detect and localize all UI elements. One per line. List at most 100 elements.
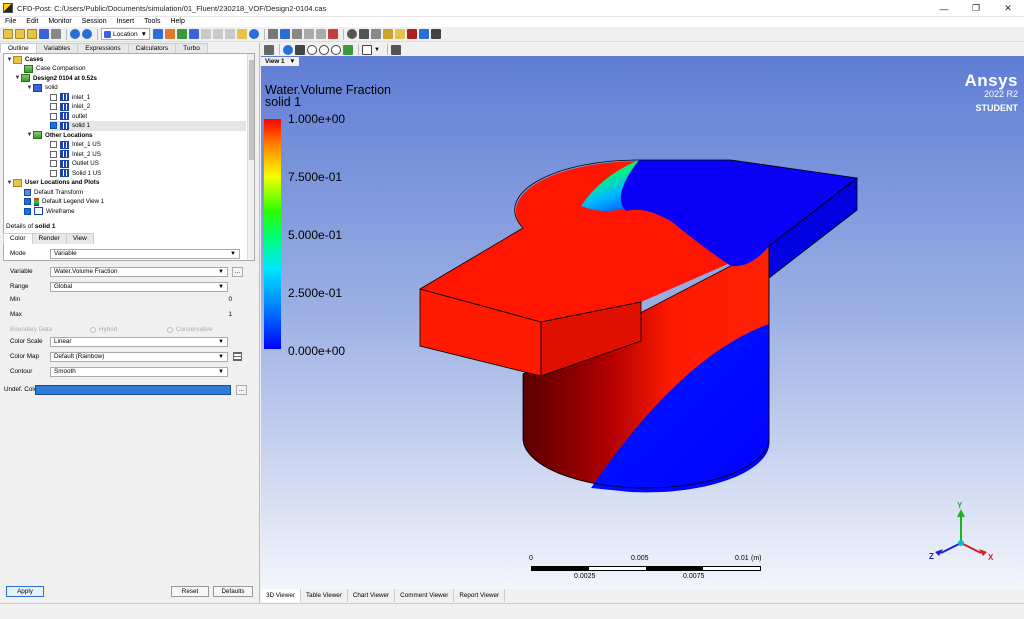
- table-icon[interactable]: [292, 29, 303, 39]
- visibility-checkbox[interactable]: [50, 112, 57, 120]
- tab-turbo[interactable]: Turbo: [175, 43, 208, 53]
- load-results-icon[interactable]: [27, 29, 37, 39]
- contour-icon[interactable]: [165, 29, 176, 39]
- apply-button[interactable]: Apply: [6, 586, 44, 597]
- animation-icon[interactable]: [359, 29, 370, 39]
- menu-file[interactable]: File: [0, 17, 21, 27]
- variables-icon[interactable]: [268, 29, 279, 39]
- particle-track-icon[interactable]: [189, 29, 200, 39]
- macro-icon[interactable]: [395, 29, 406, 39]
- chart-viewer-icon[interactable]: [304, 29, 315, 39]
- visibility-checkbox[interactable]: [50, 150, 57, 158]
- tree-item-case-comparison[interactable]: Case Comparison: [24, 64, 86, 74]
- vector-icon[interactable]: [153, 29, 164, 39]
- zoom-box-icon[interactable]: [319, 44, 329, 55]
- tree-item-user-locations[interactable]: ▼ User Locations and Plots: [6, 178, 99, 188]
- visibility-checkbox[interactable]: [50, 122, 57, 130]
- collapse-icon[interactable]: ▼: [6, 57, 13, 63]
- visibility-checkbox[interactable]: [24, 207, 31, 215]
- visibility-checkbox[interactable]: [24, 198, 31, 206]
- redo-icon[interactable]: [82, 29, 92, 39]
- report-icon[interactable]: [328, 29, 339, 39]
- case-comparison-icon[interactable]: [419, 29, 430, 39]
- tab-comment-viewer[interactable]: Comment Viewer: [395, 589, 455, 602]
- select-icon[interactable]: [264, 44, 274, 55]
- defaults-button[interactable]: Defaults: [213, 586, 253, 597]
- tree-item-default-transform[interactable]: Default Transform: [24, 188, 83, 198]
- load-state-icon[interactable]: [15, 29, 25, 39]
- tree-item-inlet-2[interactable]: inlet_2: [50, 102, 90, 112]
- variable-edit-button[interactable]: ...: [232, 266, 243, 277]
- color-scale-select[interactable]: Linear ▼: [50, 336, 228, 347]
- streamline-icon[interactable]: [177, 29, 188, 39]
- tab-chart-viewer[interactable]: Chart Viewer: [347, 589, 396, 602]
- location-dropdown[interactable]: Location ▼: [101, 28, 151, 40]
- quick-editor-icon[interactable]: [371, 29, 382, 39]
- text-icon[interactable]: [225, 29, 236, 39]
- tree-item-outlet[interactable]: outlet: [50, 112, 87, 122]
- range-select[interactable]: Global ▼: [50, 281, 228, 292]
- tree-item-design[interactable]: ▼ Design2 0104 at 0.52s: [14, 74, 97, 84]
- print-icon[interactable]: [51, 29, 61, 39]
- tree-scrollbar[interactable]: [247, 54, 254, 260]
- menu-insert[interactable]: Insert: [112, 17, 140, 27]
- collapse-icon[interactable]: ▼: [6, 180, 13, 186]
- visibility-checkbox[interactable]: [50, 160, 57, 168]
- tree-item-solid-domain[interactable]: ▼ solid: [26, 83, 58, 93]
- collapse-icon[interactable]: ▼: [26, 85, 33, 91]
- collapse-icon[interactable]: ▼: [26, 132, 33, 138]
- viewport-layout-icon[interactable]: [362, 44, 372, 55]
- tab-3d-viewer[interactable]: 3D Viewer: [261, 589, 301, 602]
- menu-session[interactable]: Session: [77, 17, 112, 27]
- undo-icon[interactable]: [70, 29, 80, 39]
- chevron-down-icon[interactable]: ▼: [374, 47, 380, 53]
- open-folder-icon[interactable]: [3, 29, 13, 39]
- tree-item-solid-1-us[interactable]: Solid 1 US: [50, 169, 101, 179]
- tab-view[interactable]: View: [65, 233, 94, 244]
- contour-select[interactable]: Smooth ▼: [50, 366, 228, 377]
- command-editor-icon[interactable]: [431, 29, 442, 39]
- sphere-icon[interactable]: [249, 29, 260, 39]
- tab-table-viewer[interactable]: Table Viewer: [300, 589, 348, 602]
- tab-render[interactable]: Render: [31, 233, 67, 244]
- tab-variables[interactable]: Variables: [35, 43, 79, 53]
- visibility-checkbox[interactable]: [50, 141, 57, 149]
- menu-edit[interactable]: Edit: [21, 17, 43, 27]
- conservative-radio[interactable]: Conservative: [167, 326, 213, 333]
- function-calculator-icon[interactable]: [280, 29, 291, 39]
- tree-item-default-legend[interactable]: Default Legend View 1: [24, 197, 104, 207]
- zoom-fit-icon[interactable]: [331, 44, 341, 55]
- collapse-icon[interactable]: ▼: [14, 75, 21, 81]
- 3d-viewer[interactable]: View 1 ▼ Ansys 2022 R2 STUDENT Water.Vol…: [261, 56, 1024, 589]
- tab-calculators[interactable]: Calculators: [127, 43, 177, 53]
- menu-help[interactable]: Help: [165, 17, 189, 27]
- undef-color-swatch[interactable]: [35, 384, 231, 395]
- tree-item-outlet-us[interactable]: Outlet US: [50, 159, 99, 169]
- sync-views-icon[interactable]: [390, 44, 401, 55]
- tab-outline[interactable]: Outline: [0, 43, 37, 53]
- visibility-checkbox[interactable]: [50, 93, 57, 101]
- minimize-button[interactable]: —: [928, 0, 960, 17]
- tree-item-inlet-1-us[interactable]: Inlet_1 US: [50, 140, 101, 150]
- tree-item-other-locations[interactable]: ▼ Other Locations: [26, 131, 92, 141]
- timestep-icon[interactable]: [347, 29, 358, 39]
- maximize-button[interactable]: ❐: [960, 0, 992, 17]
- zoom-icon[interactable]: [307, 44, 317, 55]
- menu-tools[interactable]: Tools: [139, 17, 165, 27]
- color-map-editor-icon[interactable]: [233, 352, 242, 361]
- mode-select[interactable]: Variable ▼: [50, 248, 240, 259]
- probe-icon[interactable]: [383, 29, 394, 39]
- comment-icon[interactable]: [316, 29, 327, 39]
- rotate-icon[interactable]: [283, 44, 293, 55]
- save-state-icon[interactable]: [39, 29, 49, 39]
- pan-icon[interactable]: [295, 44, 305, 55]
- tree-item-solid-1[interactable]: solid 1: [50, 121, 246, 131]
- chart-icon[interactable]: [213, 29, 224, 39]
- color-map-select[interactable]: Default (Rainbow) ▼: [50, 351, 228, 362]
- tree-item-wireframe[interactable]: Wireframe: [24, 207, 75, 217]
- undef-color-picker-button[interactable]: ...: [236, 384, 247, 395]
- tab-report-viewer[interactable]: Report Viewer: [454, 589, 506, 602]
- visibility-checkbox[interactable]: [50, 169, 57, 177]
- fit-view-icon[interactable]: [343, 44, 353, 55]
- menu-monitor[interactable]: Monitor: [43, 17, 76, 27]
